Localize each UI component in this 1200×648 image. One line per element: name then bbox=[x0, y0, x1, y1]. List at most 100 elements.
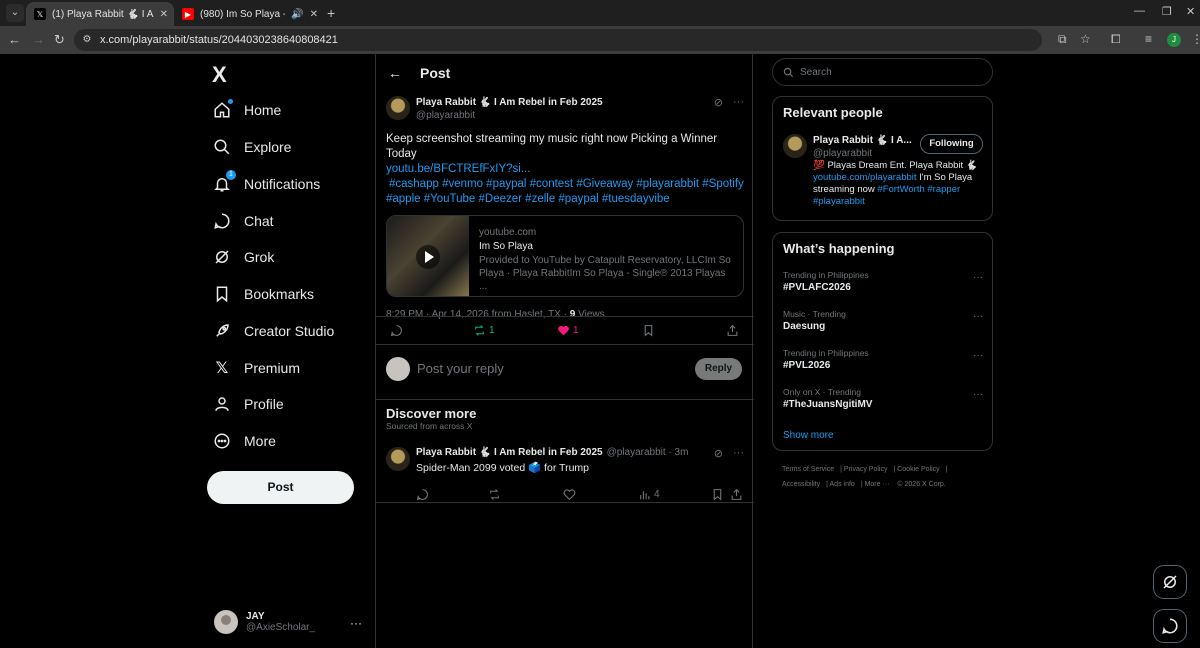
browser-profile-avatar[interactable]: J bbox=[1167, 33, 1181, 47]
trend-topic[interactable]: Daesung bbox=[783, 321, 983, 332]
post-body: Keep screenshot streaming my music right… bbox=[386, 133, 718, 160]
trend-context: Trending in Philippines bbox=[783, 270, 869, 280]
chat-fab-button[interactable] bbox=[1153, 609, 1187, 643]
post-author[interactable]: Playa Rabbit 🐇 I Am Rebel in Feb 2025 @p… bbox=[386, 96, 744, 122]
sidebar-item-grok[interactable]: Grok bbox=[212, 247, 274, 267]
sidebar-item-more[interactable]: More bbox=[212, 431, 276, 451]
sidebar-item-chat[interactable]: Chat bbox=[212, 211, 274, 231]
footer-link[interactable]: Privacy Policy bbox=[844, 466, 888, 473]
author-name[interactable]: Playa Rabbit 🐇 I Am Rebel in Feb 2025 bbox=[416, 447, 603, 458]
trend-item[interactable]: Music · Trending Daesung ··· bbox=[783, 309, 983, 332]
sidebar-item-notifications[interactable]: 1 Notifications bbox=[212, 170, 320, 194]
more-dots-icon[interactable]: ··· bbox=[973, 272, 983, 283]
browser-tab-x[interactable]: 𝕏 (1) Playa Rabbit 🐇 I Am Rebel ✕ bbox=[26, 2, 174, 26]
avatar[interactable] bbox=[386, 447, 410, 471]
more-dots-icon[interactable]: ··· bbox=[350, 616, 362, 630]
site-info-icon[interactable]: ⚙ bbox=[80, 33, 94, 47]
x-logo[interactable]: X bbox=[212, 62, 227, 88]
search-input[interactable]: Search bbox=[772, 58, 993, 86]
author-handle[interactable]: @playarabbit bbox=[416, 109, 603, 122]
repost-count: 1 bbox=[489, 325, 495, 336]
bio-link[interactable]: youtube.com/playarabbit bbox=[813, 172, 917, 183]
author-handle[interactable]: @playarabbit · 3m bbox=[607, 447, 689, 458]
sidebar-item-explore[interactable]: Explore bbox=[212, 137, 291, 157]
bookmark-star-icon[interactable]: ☆ bbox=[1080, 32, 1091, 46]
maximize-icon[interactable]: ❐ bbox=[1162, 5, 1172, 18]
bookmark-action[interactable] bbox=[642, 324, 655, 337]
trend-item[interactable]: Only on X · Trending #TheJuansNgitiMV ··… bbox=[783, 387, 983, 410]
post-hashtags[interactable]: #cashapp #venmo #paypal #contest #Giveaw… bbox=[386, 178, 744, 205]
account-switcher[interactable]: JAY @AxieScholar_ bbox=[214, 610, 315, 634]
close-tab-icon[interactable]: ✕ bbox=[310, 9, 318, 20]
more-dots-icon[interactable]: ··· bbox=[733, 447, 744, 460]
footer-link[interactable]: Ads info bbox=[830, 481, 855, 488]
post-text: Keep screenshot streaming my music right… bbox=[386, 132, 744, 207]
address-bar[interactable]: ⚙ x.com/playarabbit/status/2044030238640… bbox=[74, 29, 1042, 51]
more-dots-icon[interactable]: ··· bbox=[973, 389, 983, 400]
footer-link[interactable]: Accessibility bbox=[782, 481, 820, 488]
footer-link[interactable]: Cookie Policy bbox=[897, 466, 939, 473]
bookmark-icon bbox=[644, 325, 653, 337]
link-card[interactable]: youtube.com Im So Playa Provided to YouT… bbox=[386, 215, 744, 297]
trend-item[interactable]: Trending in Philippines #PVL2026 ··· bbox=[783, 348, 983, 371]
main-post: Playa Rabbit 🐇 I Am Rebel in Feb 2025 @p… bbox=[386, 96, 744, 320]
bookmark-action[interactable] bbox=[711, 488, 724, 501]
post-button[interactable]: Post bbox=[207, 471, 354, 504]
extensions-icon[interactable]: ⧠ bbox=[1111, 32, 1121, 47]
grok-fab-button[interactable] bbox=[1153, 565, 1187, 599]
like-action[interactable]: 1 bbox=[557, 324, 579, 337]
sidebar-item-bookmarks[interactable]: Bookmarks bbox=[212, 284, 314, 304]
sidebar-item-home[interactable]: Home bbox=[212, 99, 281, 120]
person-name[interactable]: Playa Rabbit 🐇 I A... bbox=[813, 134, 912, 147]
sidebar-item-premium[interactable]: 𝕏 Premium bbox=[212, 358, 300, 378]
reply-action[interactable] bbox=[390, 324, 403, 337]
sidebar-item-profile[interactable]: Profile bbox=[212, 394, 284, 414]
browser-menu-icon[interactable]: ⋮ bbox=[1191, 32, 1200, 46]
following-button[interactable]: Following bbox=[920, 134, 983, 154]
repost-action[interactable]: 1 bbox=[473, 324, 495, 337]
share-action[interactable] bbox=[730, 488, 743, 501]
minimize-icon[interactable]: — bbox=[1134, 5, 1145, 17]
reload-icon[interactable]: ↻ bbox=[54, 32, 65, 48]
trend-item[interactable]: Trending in Philippines #PVLAFC2026 ··· bbox=[783, 270, 983, 293]
play-icon[interactable] bbox=[416, 245, 440, 269]
more-dots-icon[interactable]: ··· bbox=[973, 350, 983, 361]
url-text[interactable]: x.com/playarabbit/status/204403023864080… bbox=[100, 34, 338, 46]
back-icon[interactable]: ← bbox=[8, 32, 21, 48]
person-handle[interactable]: @playarabbit bbox=[813, 147, 912, 160]
grok-icon[interactable]: ⊘ bbox=[714, 96, 723, 109]
install-app-icon[interactable]: ⧉ bbox=[1058, 32, 1067, 47]
avatar[interactable] bbox=[386, 96, 410, 120]
tab-search-button[interactable]: ⌄ bbox=[6, 4, 24, 22]
share-action[interactable] bbox=[726, 324, 739, 337]
views-action[interactable]: 4 bbox=[638, 488, 660, 501]
forward-icon[interactable]: → bbox=[32, 32, 45, 48]
footer-link[interactable]: More ··· bbox=[865, 481, 890, 488]
trend-topic[interactable]: #TheJuansNgitiMV bbox=[783, 399, 983, 410]
avatar[interactable] bbox=[783, 134, 807, 158]
new-tab-button[interactable]: + bbox=[327, 5, 335, 21]
footer-link[interactable]: Terms of Service bbox=[782, 466, 834, 473]
sidebar-item-creator-studio[interactable]: Creator Studio bbox=[212, 321, 334, 341]
trend-topic[interactable]: #PVLAFC2026 bbox=[783, 282, 983, 293]
post-link[interactable]: youtu.be/BFCTREfFxIY?si... bbox=[386, 163, 530, 175]
back-arrow-icon[interactable]: ← bbox=[388, 65, 402, 81]
reply-input[interactable]: Post your reply bbox=[417, 361, 504, 376]
reply-button[interactable]: Reply bbox=[695, 358, 742, 380]
media-control-icon[interactable]: ≡ bbox=[1145, 32, 1152, 46]
trend-topic[interactable]: #PVL2026 bbox=[783, 360, 983, 371]
author-name[interactable]: Playa Rabbit 🐇 I Am Rebel in Feb 2025 bbox=[416, 96, 603, 109]
video-thumbnail[interactable] bbox=[387, 216, 469, 296]
close-window-icon[interactable]: ✕ bbox=[1186, 5, 1195, 18]
like-action[interactable] bbox=[563, 488, 576, 501]
bookmark-icon bbox=[713, 489, 722, 501]
grok-icon[interactable]: ⊘ bbox=[714, 447, 723, 460]
close-tab-icon[interactable]: ✕ bbox=[160, 9, 168, 20]
show-more-link[interactable]: Show more bbox=[783, 430, 834, 441]
reply-action[interactable] bbox=[416, 488, 429, 501]
post-body: Spider-Man 2099 voted 🗳️ for Trump bbox=[416, 462, 589, 474]
repost-action[interactable] bbox=[488, 488, 501, 501]
browser-tab-youtube[interactable]: ▶ (980) Im So Playa - YouTube 🔊 ✕ bbox=[174, 2, 324, 26]
more-dots-icon[interactable]: ··· bbox=[973, 311, 983, 322]
more-dots-icon[interactable]: ··· bbox=[733, 96, 744, 109]
